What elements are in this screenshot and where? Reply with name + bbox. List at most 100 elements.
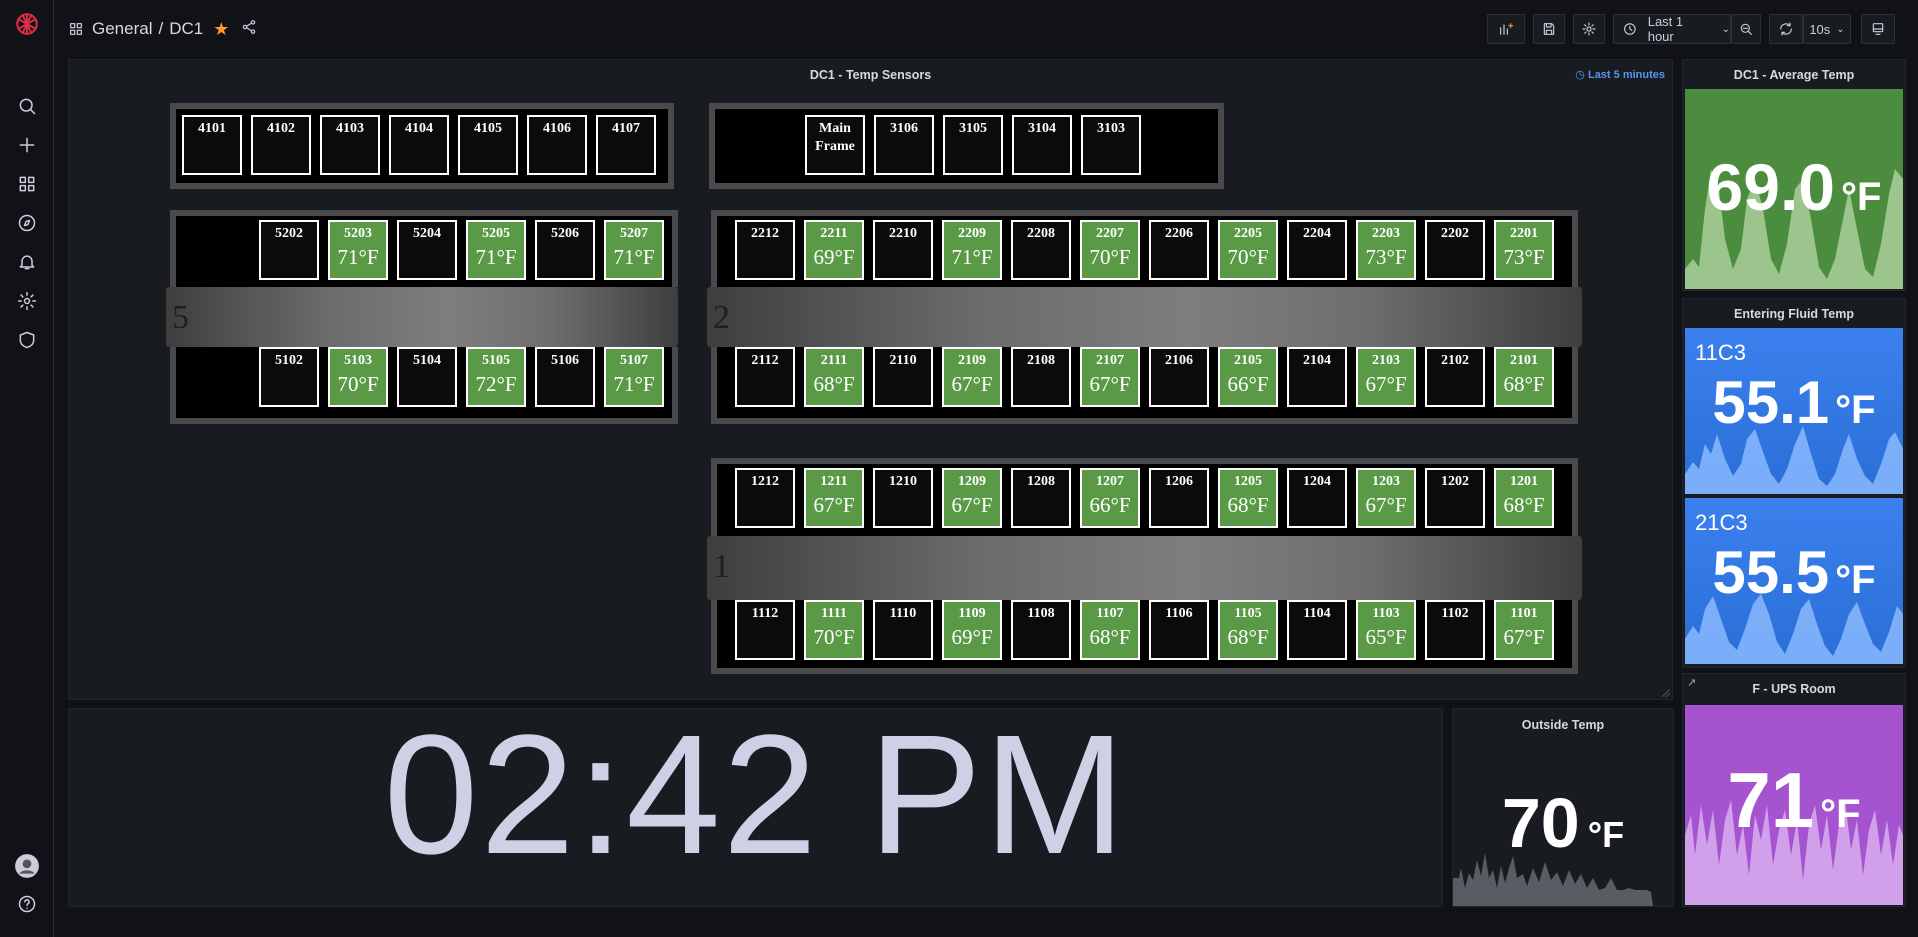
rack-cell[interactable]: 5207 71°F <box>604 220 664 280</box>
star-icon[interactable]: ★ <box>213 20 229 38</box>
rack-cell[interactable]: 2102 <box>1425 347 1485 407</box>
resize-handle-icon[interactable] <box>1662 689 1670 697</box>
plus-icon[interactable] <box>13 131 41 159</box>
rack-cell[interactable]: 1110 <box>873 600 933 660</box>
rack-cell[interactable]: 4103 <box>320 115 380 175</box>
rack-cell[interactable]: 2203 73°F <box>1356 220 1416 280</box>
rack-cell[interactable]: 5107 71°F <box>604 347 664 407</box>
rack-cell[interactable]: 4101 <box>182 115 242 175</box>
rack-cell[interactable]: 2106 <box>1149 347 1209 407</box>
rack-cell[interactable]: 1209 67°F <box>942 468 1002 528</box>
rack-cell[interactable]: 2207 70°F <box>1080 220 1140 280</box>
rack-cell[interactable]: 2111 68°F <box>804 347 864 407</box>
rack-cell[interactable]: 2210 <box>873 220 933 280</box>
rack-cell[interactable]: 1207 66°F <box>1080 468 1140 528</box>
rack-cell[interactable]: 1103 65°F <box>1356 600 1416 660</box>
save-dashboard-button[interactable] <box>1533 14 1565 44</box>
rack-cell[interactable]: 2103 67°F <box>1356 347 1416 407</box>
rack-cell[interactable]: 2201 73°F <box>1494 220 1554 280</box>
refresh-button[interactable] <box>1769 14 1803 44</box>
rack-cell[interactable]: 3106 <box>874 115 934 175</box>
breadcrumb-folder[interactable]: General <box>92 19 152 39</box>
rack-cell[interactable]: 1204 <box>1287 468 1347 528</box>
zoom-out-button[interactable] <box>1731 14 1761 44</box>
rack-cell[interactable]: 5103 70°F <box>328 347 388 407</box>
rack-cell[interactable]: 5106 <box>535 347 595 407</box>
rack-cell[interactable]: 5105 72°F <box>466 347 526 407</box>
rack-cell[interactable]: 4106 <box>527 115 587 175</box>
rack-cell[interactable]: 2208 <box>1011 220 1071 280</box>
aisle-1: 1 <box>707 536 1582 600</box>
avatar[interactable] <box>13 852 41 880</box>
rack-cell[interactable]: 3103 <box>1081 115 1141 175</box>
rack-cell[interactable]: 1108 <box>1011 600 1071 660</box>
rack-cell[interactable]: 1107 68°F <box>1080 600 1140 660</box>
rack-cell[interactable]: Main Frame <box>805 115 865 175</box>
rack-cell[interactable]: 2202 <box>1425 220 1485 280</box>
help-icon[interactable] <box>13 890 41 918</box>
rack-cell[interactable]: 1105 68°F <box>1218 600 1278 660</box>
gear-icon[interactable] <box>13 287 41 315</box>
rack-cell[interactable]: 5204 <box>397 220 457 280</box>
rack-cell[interactable]: 3105 <box>943 115 1003 175</box>
shield-icon[interactable] <box>13 326 41 354</box>
rack-cell[interactable]: 1201 68°F <box>1494 468 1554 528</box>
rack-cell[interactable]: 1202 <box>1425 468 1485 528</box>
rack-cell[interactable]: 5102 <box>259 347 319 407</box>
tv-mode-button[interactable] <box>1861 14 1895 44</box>
rack-cell[interactable]: 1112 <box>735 600 795 660</box>
rack-cell[interactable]: 2211 69°F <box>804 220 864 280</box>
add-panel-button[interactable] <box>1487 14 1525 44</box>
rack-cell[interactable]: 2104 <box>1287 347 1347 407</box>
refresh-interval-picker[interactable]: 10s ⌄ <box>1803 14 1851 44</box>
rack-cell[interactable]: 1208 <box>1011 468 1071 528</box>
rack-cell[interactable]: 1109 69°F <box>942 600 1002 660</box>
rack-cell[interactable]: 5202 <box>259 220 319 280</box>
rack-cell[interactable]: 5206 <box>535 220 595 280</box>
rack-cell[interactable]: 2206 <box>1149 220 1209 280</box>
rack-number: 4103 <box>336 121 364 136</box>
rack-cell[interactable]: 1210 <box>873 468 933 528</box>
breadcrumb-dashboard[interactable]: DC1 <box>169 19 203 39</box>
dashboard-settings-button[interactable] <box>1573 14 1605 44</box>
rack-temp: 70°F <box>813 625 855 649</box>
rack-cell[interactable]: 2108 <box>1011 347 1071 407</box>
rack-number: 1102 <box>1441 606 1469 621</box>
bell-icon[interactable] <box>13 248 41 276</box>
rack-cell[interactable]: 2105 66°F <box>1218 347 1278 407</box>
rack-cell[interactable]: 5203 71°F <box>328 220 388 280</box>
rack-cell[interactable]: 4105 <box>458 115 518 175</box>
share-icon[interactable] <box>241 19 265 40</box>
rack-cell[interactable]: 2101 68°F <box>1494 347 1554 407</box>
rack-cell[interactable]: 1212 <box>735 468 795 528</box>
rack-cell[interactable]: 1106 <box>1149 600 1209 660</box>
dashboards-icon[interactable] <box>13 170 41 198</box>
rack-cell[interactable]: 1102 <box>1425 600 1485 660</box>
rack-cell[interactable]: 2107 67°F <box>1080 347 1140 407</box>
rack-cell[interactable]: 1203 67°F <box>1356 468 1416 528</box>
rack-cell[interactable]: 5205 71°F <box>466 220 526 280</box>
rack-cell[interactable]: 1211 67°F <box>804 468 864 528</box>
rack-cell[interactable]: 2204 <box>1287 220 1347 280</box>
rack-cell[interactable]: 1101 67°F <box>1494 600 1554 660</box>
rack-cell[interactable]: 4102 <box>251 115 311 175</box>
search-icon[interactable] <box>13 92 41 120</box>
rack-cell[interactable]: 1104 <box>1287 600 1347 660</box>
rack-cell[interactable]: 1111 70°F <box>804 600 864 660</box>
grafana-logo-icon[interactable] <box>13 10 41 38</box>
time-range-picker[interactable]: Last 1 hour ⌄ <box>1613 14 1731 44</box>
explore-icon[interactable] <box>13 209 41 237</box>
rack-cell[interactable]: 1205 68°F <box>1218 468 1278 528</box>
rack-cell[interactable]: 4104 <box>389 115 449 175</box>
rack-cell[interactable]: 5104 <box>397 347 457 407</box>
rack-cell[interactable]: 2110 <box>873 347 933 407</box>
rack-cell[interactable]: 3104 <box>1012 115 1072 175</box>
rack-cell[interactable]: 1206 <box>1149 468 1209 528</box>
rack-cell[interactable]: 2205 70°F <box>1218 220 1278 280</box>
rack-cell[interactable]: 2109 67°F <box>942 347 1002 407</box>
rack-cell[interactable]: 2209 71°F <box>942 220 1002 280</box>
rack-cell[interactable]: 2112 <box>735 347 795 407</box>
rack-cell[interactable]: 2212 <box>735 220 795 280</box>
rack-cell[interactable]: 4107 <box>596 115 656 175</box>
rack-number: 1204 <box>1303 474 1331 489</box>
